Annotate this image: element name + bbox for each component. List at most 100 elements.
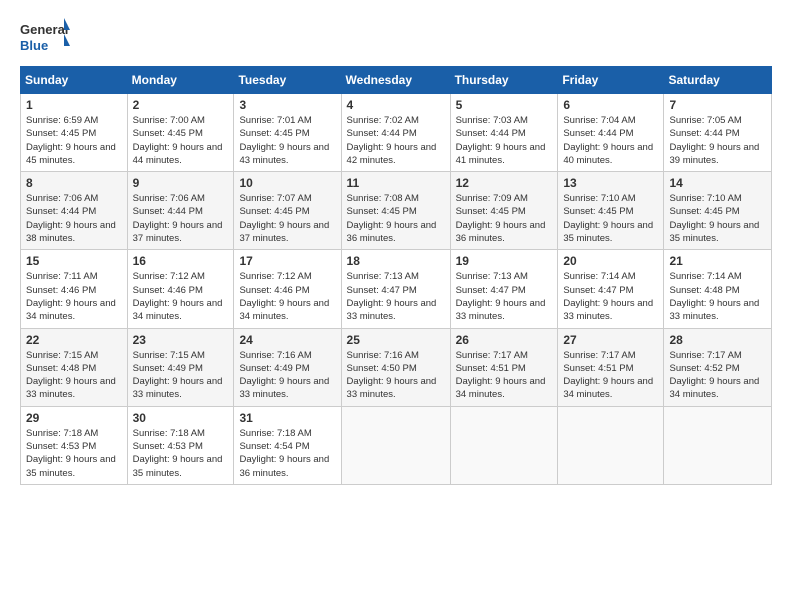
day-number: 22	[26, 333, 122, 347]
day-info: Sunrise: 7:12 AMSunset: 4:46 PMDaylight:…	[133, 270, 229, 323]
day-number: 12	[456, 176, 553, 190]
calendar-day-cell: 17 Sunrise: 7:12 AMSunset: 4:46 PMDayligh…	[234, 250, 341, 328]
day-info: Sunrise: 7:15 AMSunset: 4:48 PMDaylight:…	[26, 349, 122, 402]
header: General Blue	[20, 16, 772, 58]
calendar-day-cell	[558, 406, 664, 484]
day-number: 23	[133, 333, 229, 347]
day-info: Sunrise: 7:17 AMSunset: 4:51 PMDaylight:…	[456, 349, 553, 402]
logo: General Blue	[20, 16, 70, 58]
calendar-day-cell: 22 Sunrise: 7:15 AMSunset: 4:48 PMDayligh…	[21, 328, 128, 406]
calendar-day-cell: 21 Sunrise: 7:14 AMSunset: 4:48 PMDayligh…	[664, 250, 772, 328]
calendar-day-cell: 10 Sunrise: 7:07 AMSunset: 4:45 PMDayligh…	[234, 172, 341, 250]
calendar-day-cell: 15 Sunrise: 7:11 AMSunset: 4:46 PMDayligh…	[21, 250, 128, 328]
day-number: 2	[133, 98, 229, 112]
day-info: Sunrise: 7:18 AMSunset: 4:54 PMDaylight:…	[239, 427, 335, 480]
day-info: Sunrise: 7:12 AMSunset: 4:46 PMDaylight:…	[239, 270, 335, 323]
calendar-page: General Blue SundayMondayTuesdayWednesda…	[0, 0, 792, 495]
calendar-table: SundayMondayTuesdayWednesdayThursdayFrid…	[20, 66, 772, 485]
day-info: Sunrise: 7:14 AMSunset: 4:48 PMDaylight:…	[669, 270, 766, 323]
day-number: 14	[669, 176, 766, 190]
weekday-header-cell: Friday	[558, 67, 664, 94]
day-info: Sunrise: 7:03 AMSunset: 4:44 PMDaylight:…	[456, 114, 553, 167]
day-number: 5	[456, 98, 553, 112]
calendar-day-cell: 20 Sunrise: 7:14 AMSunset: 4:47 PMDayligh…	[558, 250, 664, 328]
weekday-header-cell: Saturday	[664, 67, 772, 94]
day-number: 21	[669, 254, 766, 268]
day-info: Sunrise: 7:15 AMSunset: 4:49 PMDaylight:…	[133, 349, 229, 402]
day-number: 25	[347, 333, 445, 347]
day-number: 19	[456, 254, 553, 268]
calendar-day-cell: 29 Sunrise: 7:18 AMSunset: 4:53 PMDayligh…	[21, 406, 128, 484]
day-info: Sunrise: 7:11 AMSunset: 4:46 PMDaylight:…	[26, 270, 122, 323]
day-number: 26	[456, 333, 553, 347]
day-number: 27	[563, 333, 658, 347]
day-number: 9	[133, 176, 229, 190]
calendar-day-cell: 8Sunrise: 7:06 AMSunset: 4:44 PMDaylight…	[21, 172, 128, 250]
calendar-day-cell: 26 Sunrise: 7:17 AMSunset: 4:51 PMDayligh…	[450, 328, 558, 406]
day-number: 16	[133, 254, 229, 268]
weekday-header-cell: Thursday	[450, 67, 558, 94]
calendar-week-row: 15 Sunrise: 7:11 AMSunset: 4:46 PMDayligh…	[21, 250, 772, 328]
day-number: 11	[347, 176, 445, 190]
day-number: 29	[26, 411, 122, 425]
calendar-day-cell: 11 Sunrise: 7:08 AMSunset: 4:45 PMDayligh…	[341, 172, 450, 250]
weekday-header-cell: Tuesday	[234, 67, 341, 94]
day-info: Sunrise: 7:01 AMSunset: 4:45 PMDaylight:…	[239, 114, 335, 167]
day-info: Sunrise: 7:08 AMSunset: 4:45 PMDaylight:…	[347, 192, 445, 245]
calendar-day-cell: 24 Sunrise: 7:16 AMSunset: 4:49 PMDayligh…	[234, 328, 341, 406]
calendar-day-cell: 31 Sunrise: 7:18 AMSunset: 4:54 PMDayligh…	[234, 406, 341, 484]
calendar-day-cell: 9Sunrise: 7:06 AMSunset: 4:44 PMDaylight…	[127, 172, 234, 250]
calendar-day-cell	[341, 406, 450, 484]
calendar-day-cell: 14 Sunrise: 7:10 AMSunset: 4:45 PMDayligh…	[664, 172, 772, 250]
day-info: Sunrise: 7:04 AMSunset: 4:44 PMDaylight:…	[563, 114, 658, 167]
day-number: 7	[669, 98, 766, 112]
calendar-week-row: 22 Sunrise: 7:15 AMSunset: 4:48 PMDayligh…	[21, 328, 772, 406]
calendar-day-cell	[450, 406, 558, 484]
day-number: 31	[239, 411, 335, 425]
day-info: Sunrise: 7:16 AMSunset: 4:50 PMDaylight:…	[347, 349, 445, 402]
calendar-day-cell: 16 Sunrise: 7:12 AMSunset: 4:46 PMDayligh…	[127, 250, 234, 328]
weekday-header-row: SundayMondayTuesdayWednesdayThursdayFrid…	[21, 67, 772, 94]
day-number: 6	[563, 98, 658, 112]
day-number: 20	[563, 254, 658, 268]
calendar-day-cell: 3Sunrise: 7:01 AMSunset: 4:45 PMDaylight…	[234, 94, 341, 172]
weekday-header-cell: Monday	[127, 67, 234, 94]
day-info: Sunrise: 7:17 AMSunset: 4:52 PMDaylight:…	[669, 349, 766, 402]
day-info: Sunrise: 7:06 AMSunset: 4:44 PMDaylight:…	[26, 192, 122, 245]
calendar-body: 1 Sunrise: 6:59 AMSunset: 4:45 PMDaylight…	[21, 94, 772, 485]
day-info: Sunrise: 7:07 AMSunset: 4:45 PMDaylight:…	[239, 192, 335, 245]
calendar-day-cell: 4Sunrise: 7:02 AMSunset: 4:44 PMDaylight…	[341, 94, 450, 172]
calendar-day-cell: 18Sunrise: 7:13 AMSunset: 4:47 PMDayligh…	[341, 250, 450, 328]
svg-text:Blue: Blue	[20, 38, 48, 53]
calendar-day-cell: 28 Sunrise: 7:17 AMSunset: 4:52 PMDayligh…	[664, 328, 772, 406]
day-number: 24	[239, 333, 335, 347]
calendar-week-row: 29 Sunrise: 7:18 AMSunset: 4:53 PMDayligh…	[21, 406, 772, 484]
day-number: 17	[239, 254, 335, 268]
day-info: Sunrise: 7:13 AMSunset: 4:47 PMDaylight:…	[347, 270, 445, 323]
day-info: Sunrise: 7:18 AMSunset: 4:53 PMDaylight:…	[26, 427, 122, 480]
day-number: 30	[133, 411, 229, 425]
calendar-day-cell: 13 Sunrise: 7:10 AMSunset: 4:45 PMDayligh…	[558, 172, 664, 250]
day-info: Sunrise: 7:16 AMSunset: 4:49 PMDaylight:…	[239, 349, 335, 402]
day-info: Sunrise: 6:59 AMSunset: 4:45 PMDaylight:…	[26, 114, 122, 167]
calendar-day-cell: 6 Sunrise: 7:04 AMSunset: 4:44 PMDaylight…	[558, 94, 664, 172]
day-number: 10	[239, 176, 335, 190]
calendar-day-cell: 27 Sunrise: 7:17 AMSunset: 4:51 PMDayligh…	[558, 328, 664, 406]
calendar-day-cell	[664, 406, 772, 484]
day-info: Sunrise: 7:09 AMSunset: 4:45 PMDaylight:…	[456, 192, 553, 245]
day-number: 28	[669, 333, 766, 347]
weekday-header-cell: Wednesday	[341, 67, 450, 94]
day-info: Sunrise: 7:10 AMSunset: 4:45 PMDaylight:…	[563, 192, 658, 245]
calendar-day-cell: 12 Sunrise: 7:09 AMSunset: 4:45 PMDayligh…	[450, 172, 558, 250]
day-info: Sunrise: 7:14 AMSunset: 4:47 PMDaylight:…	[563, 270, 658, 323]
day-info: Sunrise: 7:10 AMSunset: 4:45 PMDaylight:…	[669, 192, 766, 245]
calendar-day-cell: 25 Sunrise: 7:16 AMSunset: 4:50 PMDayligh…	[341, 328, 450, 406]
day-number: 13	[563, 176, 658, 190]
day-number: 1	[26, 98, 122, 112]
calendar-day-cell: 2Sunrise: 7:00 AMSunset: 4:45 PMDaylight…	[127, 94, 234, 172]
weekday-header-cell: Sunday	[21, 67, 128, 94]
calendar-day-cell: 30Sunrise: 7:18 AMSunset: 4:53 PMDayligh…	[127, 406, 234, 484]
day-info: Sunrise: 7:17 AMSunset: 4:51 PMDaylight:…	[563, 349, 658, 402]
day-number: 15	[26, 254, 122, 268]
day-info: Sunrise: 7:05 AMSunset: 4:44 PMDaylight:…	[669, 114, 766, 167]
